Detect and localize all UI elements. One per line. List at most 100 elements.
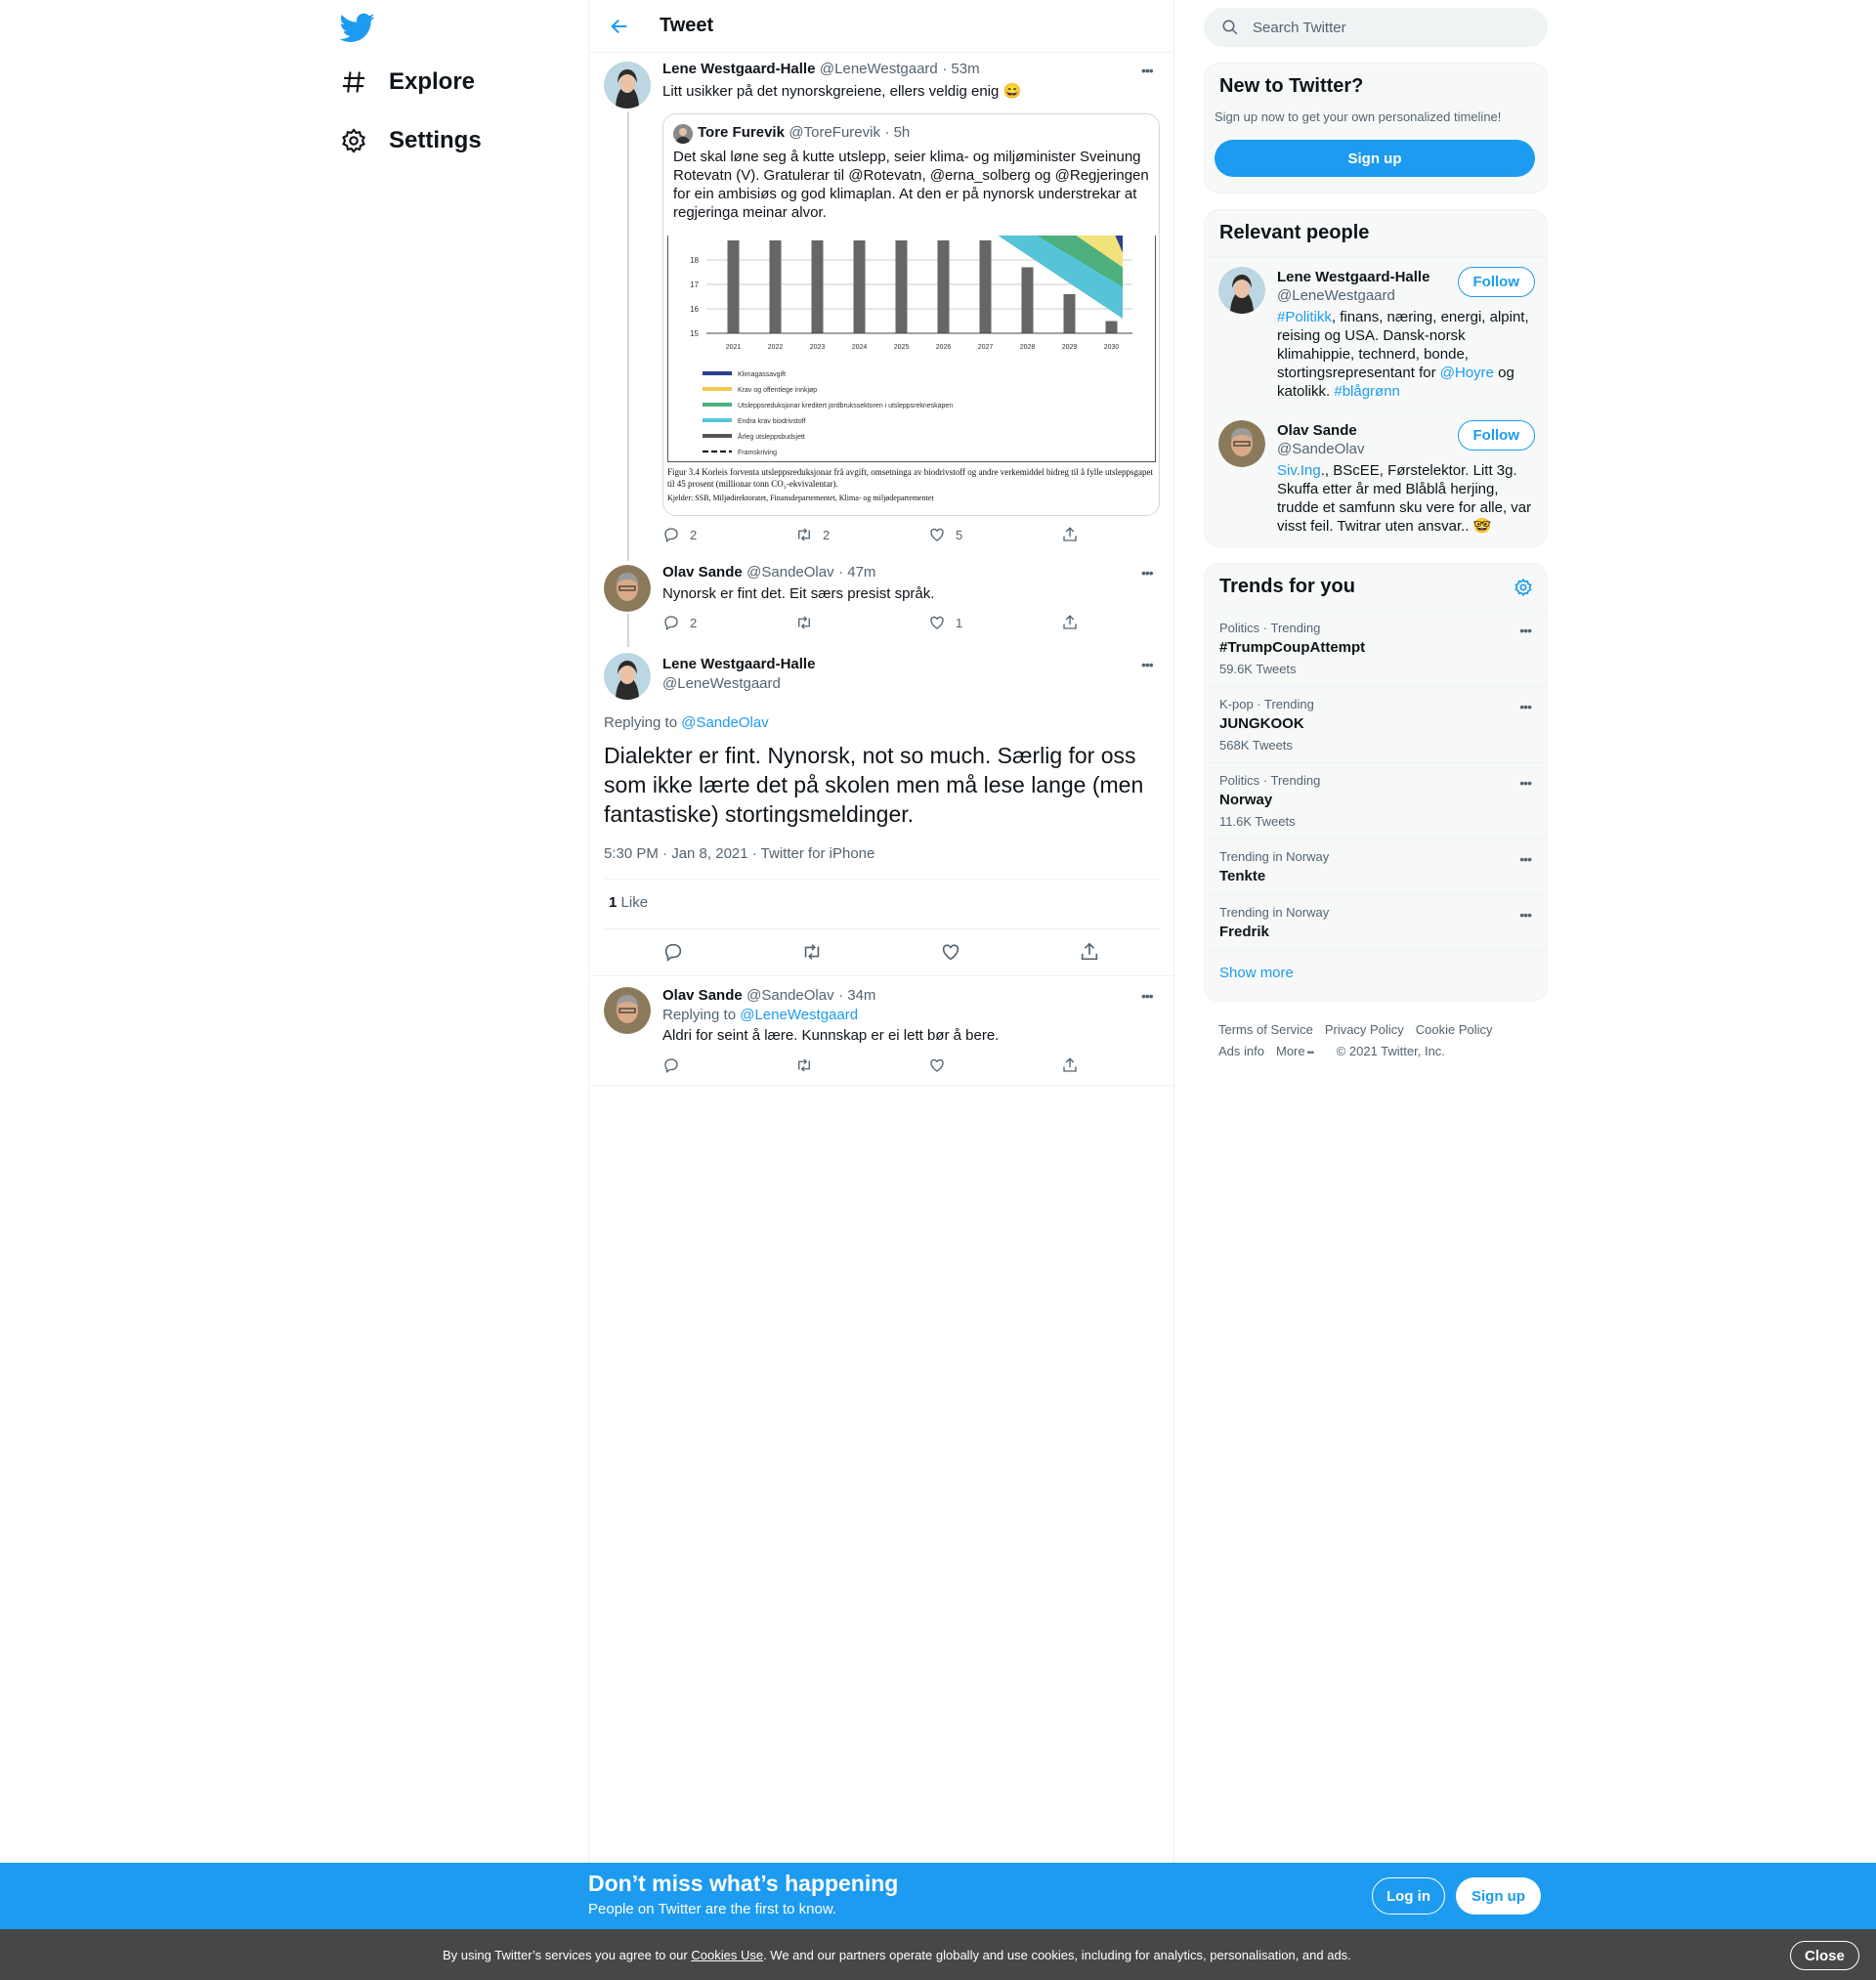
trends-card: Trends for you Politics · Trending #Trump…: [1204, 563, 1548, 1002]
more-icon[interactable]: •••: [1519, 699, 1532, 714]
nav-explore[interactable]: Explore: [340, 55, 475, 109]
more-icon[interactable]: •••: [1519, 775, 1532, 791]
avatar[interactable]: [1218, 267, 1265, 314]
author-handle[interactable]: @SandeOlav: [746, 987, 833, 1004]
more-icon[interactable]: •••: [1141, 988, 1154, 1004]
footer-privacy-link[interactable]: Privacy Policy: [1325, 1022, 1404, 1037]
author-handle[interactable]: @LeneWestgaard: [662, 675, 781, 692]
person-name[interactable]: Lene Westgaard-Halle: [1277, 269, 1429, 285]
person-card[interactable]: Olav Sande @SandeOlav Follow Siv.Ing., B…: [1205, 410, 1547, 546]
like-button[interactable]: 5: [928, 526, 1061, 543]
avatar[interactable]: [604, 62, 651, 108]
cookie-text: . We and our partners operate globally a…: [763, 1947, 1351, 1962]
share-icon[interactable]: [1079, 941, 1100, 963]
trend-item[interactable]: Trending in Norway Fredrik •••: [1205, 894, 1547, 950]
cookie-close-button[interactable]: Close: [1790, 1941, 1859, 1970]
trend-item[interactable]: Politics · Trending #TrumpCoupAttempt 59.6…: [1205, 610, 1547, 686]
footer-terms-link[interactable]: Terms of Service: [1218, 1022, 1313, 1037]
like-stats[interactable]: 1 Like: [609, 894, 648, 911]
nav-settings[interactable]: Settings: [340, 113, 482, 168]
share-button[interactable]: [1061, 526, 1194, 543]
author-name[interactable]: Lene Westgaard-Halle: [662, 656, 815, 672]
gear-icon[interactable]: [1514, 578, 1533, 597]
avatar[interactable]: [604, 987, 651, 1034]
retweet-button[interactable]: [795, 1056, 928, 1074]
author-handle[interactable]: @SandeOlav: [746, 564, 833, 581]
trend-item[interactable]: Politics · Trending Norway 11.6K Tweets •••: [1205, 762, 1547, 839]
more-icon[interactable]: •••: [1519, 851, 1532, 867]
signup-button[interactable]: Sign up: [1215, 140, 1535, 177]
search-bar[interactable]: Search Twitter: [1204, 8, 1548, 47]
like-button[interactable]: [928, 1056, 1061, 1074]
footer-more-link[interactable]: More: [1276, 1044, 1305, 1058]
avatar[interactable]: [1218, 420, 1265, 467]
like-stat-count: 1: [609, 894, 618, 911]
trend-item[interactable]: K-pop · Trending JUNGKOOK 568K Tweets •••: [1205, 686, 1547, 762]
author-handle[interactable]: @LeneWestgaard: [820, 61, 938, 77]
heart-icon[interactable]: [940, 941, 961, 963]
person-card[interactable]: Lene Westgaard-Halle @LeneWestgaard Foll…: [1205, 255, 1547, 411]
quote-image[interactable]: 15 16 17 18 2021 2022 2023 2024 2025 2026 2027 2028…: [663, 236, 1159, 515]
person-handle[interactable]: @LeneWestgaard: [1277, 287, 1395, 304]
back-arrow-icon[interactable]: [609, 16, 630, 37]
more-icon[interactable]: •••: [1141, 63, 1154, 78]
reply-button[interactable]: 2: [662, 526, 795, 543]
author-name[interactable]: Olav Sande: [662, 564, 743, 581]
retweet-icon: [798, 616, 810, 629]
trend-item[interactable]: Trending in Norway Tenkte •••: [1205, 839, 1547, 894]
show-more-link[interactable]: Show more: [1205, 950, 1547, 995]
share-button[interactable]: [1061, 1056, 1194, 1074]
x-tick-label: 2027: [978, 344, 994, 351]
tweet-time[interactable]: · 34m: [838, 987, 875, 1004]
tweet-meta[interactable]: 5:30 PM · Jan 8, 2021 · Twitter for iPho…: [604, 845, 874, 862]
gear-icon: [342, 128, 365, 153]
quote-avatar-image: [673, 124, 693, 144]
footer-copyright: © 2021 Twitter, Inc.: [1336, 1044, 1445, 1058]
more-icon[interactable]: •••: [1141, 657, 1154, 672]
replying-to-link[interactable]: @LeneWestgaard: [740, 1007, 858, 1023]
reply-button[interactable]: [662, 1056, 795, 1074]
retweet-button[interactable]: 2: [795, 526, 928, 543]
retweet-button[interactable]: [795, 614, 928, 631]
x-tick-label: 2021: [726, 344, 742, 351]
avatar[interactable]: [604, 565, 651, 612]
quoted-tweet[interactable]: Tore Furevik @ToreFurevik · 5h Det skal …: [662, 113, 1160, 516]
heart-icon: [930, 1058, 944, 1072]
share-button[interactable]: [1061, 614, 1194, 631]
more-icon[interactable]: •••: [1519, 623, 1532, 638]
follow-button[interactable]: Follow: [1457, 267, 1535, 297]
avatar[interactable]: [604, 653, 651, 700]
tweet-time[interactable]: · 47m: [838, 564, 875, 581]
bio-link[interactable]: Siv.Ing: [1277, 462, 1321, 479]
banner-title: Don’t miss what’s happening: [588, 1871, 899, 1896]
author-name[interactable]: Olav Sande: [662, 987, 743, 1004]
footer-cookie-link[interactable]: Cookie Policy: [1416, 1022, 1493, 1037]
signup-card: New to Twitter? Sign up now to get your …: [1204, 63, 1548, 194]
person-name[interactable]: Olav Sande: [1277, 422, 1357, 439]
main-tweet-actions: [662, 941, 1100, 963]
x-tick-label: 2030: [1104, 344, 1120, 351]
more-icon[interactable]: •••: [1519, 907, 1532, 923]
bio-link[interactable]: #blågrønn: [1334, 383, 1400, 400]
person-handle[interactable]: @SandeOlav: [1277, 441, 1364, 457]
twitter-logo-icon[interactable]: [340, 10, 375, 45]
reply-icon[interactable]: [662, 941, 684, 963]
more-icon[interactable]: •••: [1307, 1048, 1315, 1057]
footer-ads-link[interactable]: Ads info: [1218, 1044, 1264, 1058]
tweet-time[interactable]: · 53m: [942, 61, 979, 77]
signup-banner-button[interactable]: Sign up: [1456, 1877, 1541, 1915]
bio-link[interactable]: @Hoyre: [1440, 365, 1494, 381]
bio-link[interactable]: #Politikk: [1277, 309, 1332, 325]
like-button[interactable]: 1: [928, 614, 1061, 631]
more-icon[interactable]: •••: [1141, 565, 1154, 581]
signup-banner: Don’t miss what’s happening People on Tw…: [0, 1863, 1876, 1929]
follow-button[interactable]: Follow: [1457, 420, 1535, 451]
cookie-link[interactable]: Cookies Use: [691, 1948, 763, 1962]
login-button[interactable]: Log in: [1372, 1877, 1445, 1915]
replying-to-link[interactable]: @SandeOlav: [681, 714, 768, 731]
author-name[interactable]: Lene Westgaard-Halle: [662, 61, 815, 77]
chart-bar: [1063, 294, 1076, 333]
retweet-icon[interactable]: [801, 941, 823, 963]
search-input[interactable]: Search Twitter: [1253, 20, 1346, 36]
reply-button[interactable]: 2: [662, 614, 795, 631]
